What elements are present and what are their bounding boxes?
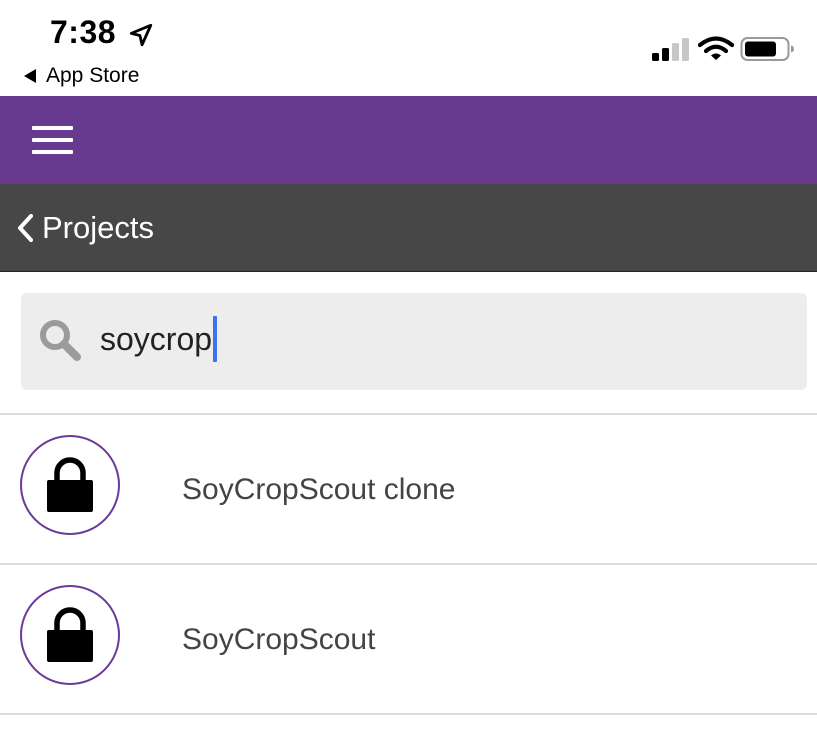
project-name: SoyCropScout clone bbox=[182, 473, 456, 506]
location-arrow-icon bbox=[129, 23, 153, 47]
back-to-projects-button[interactable]: Projects bbox=[16, 207, 154, 249]
battery-icon bbox=[740, 37, 794, 61]
lock-icon bbox=[47, 607, 93, 662]
status-time: 7:38 bbox=[50, 14, 117, 50]
wifi-icon bbox=[698, 36, 734, 60]
list-item[interactable]: SoyCropScout bbox=[0, 565, 817, 713]
avatar bbox=[20, 435, 120, 535]
back-to-app-label: App Store bbox=[46, 64, 140, 87]
status-bar: 7:38 App Store bbox=[0, 0, 817, 96]
cellular-signal-icon bbox=[652, 38, 689, 61]
search-icon bbox=[40, 320, 81, 361]
avatar bbox=[20, 585, 120, 685]
list-item[interactable]: SoyCropScout clone bbox=[0, 415, 817, 563]
back-label: Projects bbox=[42, 210, 154, 245]
app-header bbox=[0, 96, 817, 184]
text-cursor bbox=[213, 316, 218, 362]
lock-icon bbox=[47, 457, 93, 512]
project-name: SoyCropScout bbox=[182, 623, 376, 656]
divider bbox=[0, 713, 817, 715]
search-value: soycrop bbox=[100, 320, 213, 357]
hamburger-menu-icon[interactable] bbox=[32, 126, 73, 154]
back-triangle-icon bbox=[24, 69, 36, 83]
back-to-app-store[interactable]: App Store bbox=[24, 64, 139, 88]
chevron-left-icon bbox=[18, 214, 33, 242]
search-input[interactable]: soycrop bbox=[100, 316, 218, 362]
